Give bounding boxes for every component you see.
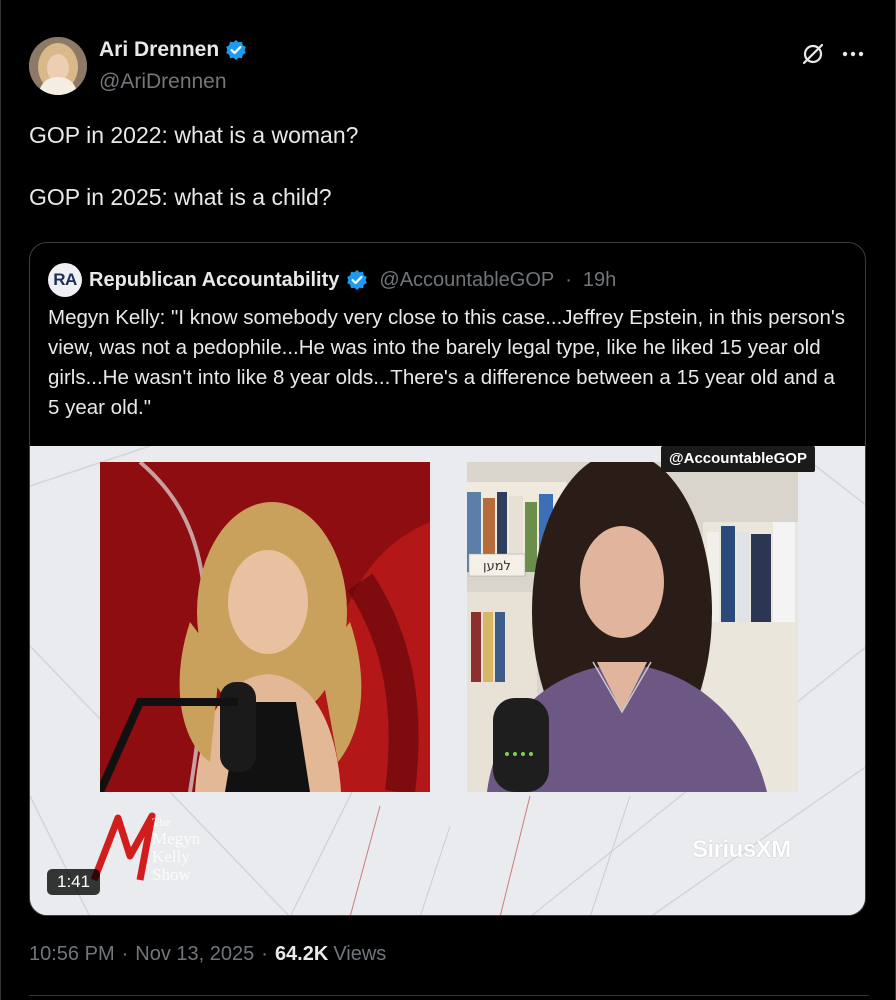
divider <box>29 995 869 996</box>
tweet-line: GOP in 2025: what is a child? <box>29 184 332 210</box>
tweet-meta: 10:56 PM · Nov 13, 2025 · 64.2K Views <box>29 943 386 966</box>
author-name[interactable]: Ari Drennen <box>99 38 219 62</box>
grok-icon[interactable] <box>801 42 825 66</box>
megyn-kelly-show-logo: The Megyn Kelly Show <box>90 812 201 884</box>
video-player[interactable]: למען @AccountableGOP The Megyn Kelly Sho… <box>30 446 865 915</box>
video-watermark: @AccountableGOP <box>661 446 815 472</box>
verified-badge-icon <box>226 40 246 60</box>
siriusxm-logo: SiriusXM <box>692 836 791 863</box>
tweet-line: GOP in 2022: what is a woman? <box>29 122 359 148</box>
video-duration-badge: 1:41 <box>47 869 101 895</box>
bookshelf-sign: למען <box>483 559 511 574</box>
author-handle[interactable]: @AriDrennen <box>99 70 227 94</box>
meta-separator: · <box>261 943 268 965</box>
more-options-icon[interactable] <box>839 44 867 64</box>
tweet: Ari Drennen @AriDrennen GOP in 2022: wha… <box>0 0 896 1000</box>
host-video-panel <box>100 462 430 792</box>
verified-badge-icon <box>347 270 368 290</box>
quoted-name[interactable]: Republican Accountability <box>89 269 339 292</box>
tweet-time[interactable]: 10:56 PM <box>29 943 115 966</box>
guest-video-panel: למען <box>467 462 798 792</box>
svg-text:The: The <box>152 815 171 829</box>
author-name-row: Ari Drennen <box>99 38 247 62</box>
quoted-avatar[interactable]: RA <box>48 263 82 297</box>
quoted-tweet[interactable]: RA Republican Accountability @Accountabl… <box>29 242 866 916</box>
views-label: Views <box>333 943 387 965</box>
tweet-date[interactable]: Nov 13, 2025 <box>135 943 254 966</box>
quoted-time[interactable]: 19h <box>583 269 616 292</box>
quoted-text: Megyn Kelly: "I know somebody very close… <box>48 306 846 419</box>
quoted-header: RA Republican Accountability @Accountabl… <box>48 263 616 297</box>
quoted-separator: · <box>565 268 572 291</box>
views-count[interactable]: 64.2K <box>275 943 328 966</box>
host-image <box>100 462 430 792</box>
profile-photo-icon <box>29 37 87 95</box>
quoted-handle[interactable]: @AccountableGOP <box>379 269 554 292</box>
author-avatar[interactable] <box>29 37 87 95</box>
tweet-text: GOP in 2022: what is a woman? GOP in 202… <box>29 120 869 213</box>
guest-image: למען <box>467 462 798 792</box>
svg-text:Megyn: Megyn <box>152 829 201 848</box>
meta-separator: · <box>121 943 129 965</box>
svg-text:Show: Show <box>152 865 191 884</box>
svg-text:Kelly: Kelly <box>152 847 190 866</box>
